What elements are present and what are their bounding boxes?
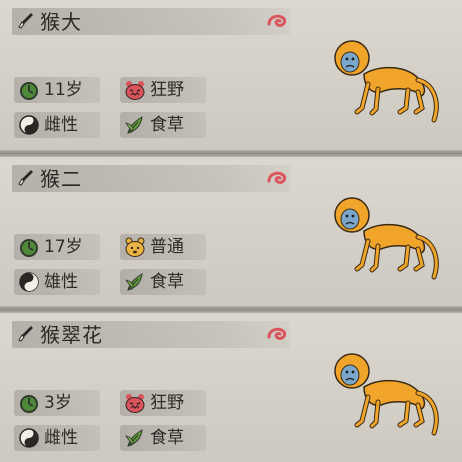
gender-label: 雄性	[44, 272, 78, 292]
age-label: 11岁	[44, 80, 83, 100]
leaf-icon	[125, 116, 143, 134]
name-bar[interactable]: 猴二	[12, 165, 290, 192]
monkey-portrait	[334, 40, 439, 123]
divider	[0, 306, 462, 313]
monkey-name[interactable]: 猴二	[40, 166, 82, 192]
temperament-label: 普通	[150, 237, 184, 257]
age-label: 3岁	[44, 393, 72, 413]
divider	[0, 150, 462, 157]
gender-chip: 雌性	[14, 425, 100, 451]
temperament-chip: 狂野	[120, 77, 206, 103]
leaf-icon	[125, 273, 143, 291]
monkey-card[interactable]: 猴翠花 3岁 狂野 雌性 食草	[0, 313, 462, 462]
monkey-name[interactable]: 猴翠花	[40, 322, 103, 348]
temperament-chip: 普通	[120, 234, 206, 260]
diet-label: 食草	[150, 428, 184, 448]
temperament-chip: 狂野	[120, 390, 206, 416]
diet-chip: 食草	[120, 112, 206, 138]
gender-chip: 雄性	[14, 269, 100, 295]
diet-chip: 食草	[120, 425, 206, 451]
swirl-icon[interactable]	[266, 169, 288, 187]
monkey-portrait	[334, 197, 439, 280]
yin-yang-icon	[19, 115, 39, 135]
monkey-name[interactable]: 猴大	[40, 9, 82, 35]
brush-icon	[18, 326, 33, 342]
gender-label: 雌性	[44, 115, 78, 135]
brush-icon	[18, 170, 33, 186]
wild-tiger-icon	[125, 81, 145, 100]
name-bar[interactable]: 猴大	[12, 8, 290, 35]
swirl-icon[interactable]	[266, 325, 288, 343]
gender-chip: 雌性	[14, 112, 100, 138]
temperament-label: 狂野	[150, 393, 184, 413]
gender-label: 雌性	[44, 428, 78, 448]
yin-yang-icon	[19, 428, 39, 448]
age-icon	[20, 395, 38, 413]
name-bar[interactable]: 猴翠花	[12, 321, 290, 348]
brush-icon	[18, 13, 33, 29]
normal-bear-icon	[125, 237, 145, 257]
age-chip: 11岁	[14, 77, 100, 103]
diet-label: 食草	[150, 115, 184, 135]
age-chip: 17岁	[14, 234, 100, 260]
age-icon	[20, 82, 38, 100]
monkey-card[interactable]: 猴大 11岁 狂野 雌性 食草	[0, 0, 462, 150]
monkey-card[interactable]: 猴二 17岁 普通 雄性 食草	[0, 157, 462, 307]
temperament-label: 狂野	[150, 80, 184, 100]
age-icon	[20, 239, 38, 257]
diet-label: 食草	[150, 272, 184, 292]
age-chip: 3岁	[14, 390, 100, 416]
wild-tiger-icon	[125, 394, 145, 413]
swirl-icon[interactable]	[266, 12, 288, 30]
diet-chip: 食草	[120, 269, 206, 295]
monkey-portrait	[334, 353, 439, 436]
age-label: 17岁	[44, 237, 83, 257]
yin-yang-icon	[19, 272, 39, 292]
leaf-icon	[125, 429, 143, 447]
